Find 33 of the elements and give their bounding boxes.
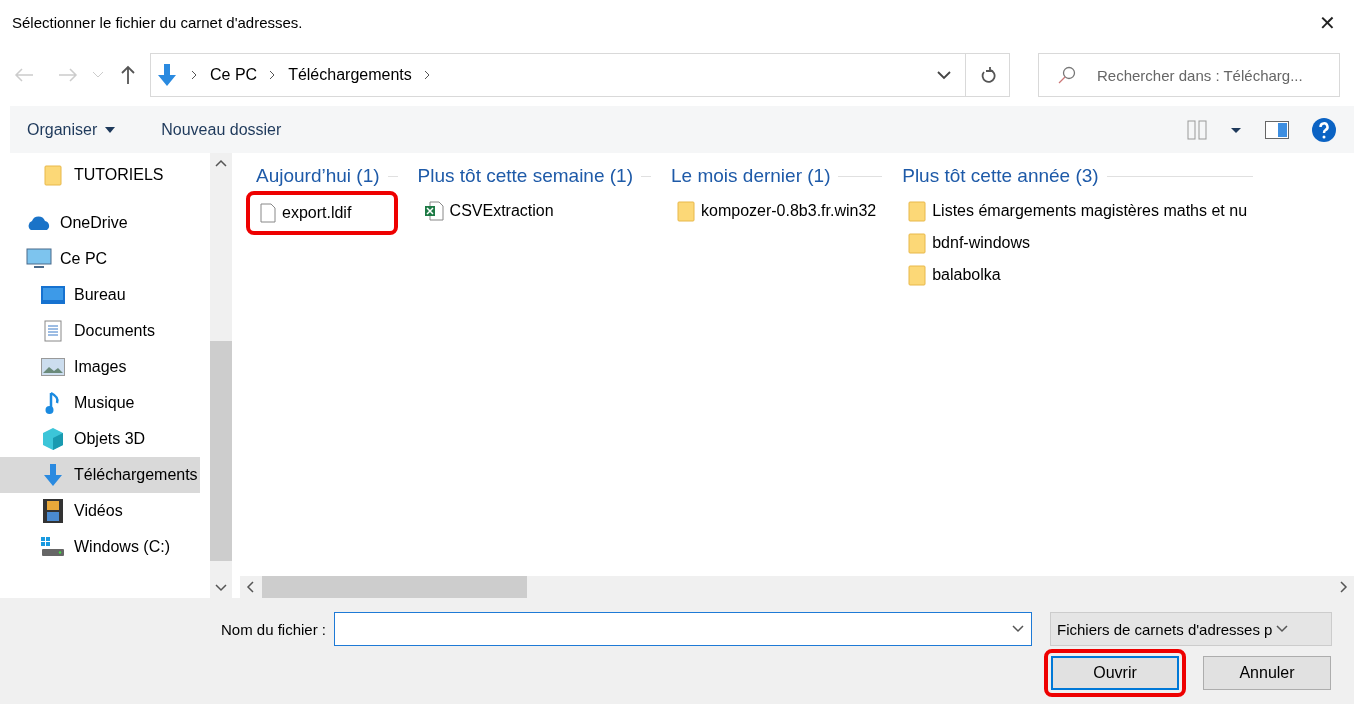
group-header: Plus tôt cette semaine (1) [417,165,633,187]
group-header: Le mois dernier (1) [671,165,831,187]
breadcrumb[interactable]: Ce PC [210,66,258,84]
close-button[interactable]: ✕ [1313,10,1342,35]
file-item[interactable]: export.ldif [246,191,398,235]
file-item[interactable]: balabolka [902,259,1254,291]
sidebar-item[interactable]: TUTORIELS [0,157,200,193]
search-field[interactable]: Rechercher dans : Télécharg... [1038,53,1340,97]
sidebar-item[interactable]: Vidéos [0,493,200,529]
organize-menu-button[interactable]: Organiser [27,120,116,139]
file-item[interactable]: kompozer-0.8b3.fr.win32 [671,195,883,227]
sidebar-item[interactable]: Ce PC [0,241,200,277]
dialog-button[interactable]: Annuler [1203,656,1331,690]
sidebar-item[interactable]: Documents [0,313,200,349]
sidebar-item[interactable]: Windows (C:) [0,529,200,565]
file-item[interactable]: CSVExtraction [417,195,651,227]
window-title: Sélectionner le fichier du carnet d'adresses. [12,14,303,31]
group-header: Aujourd’hui (1) [256,165,380,187]
sidebar-item[interactable]: OneDrive [0,205,200,241]
file-type-dropdown[interactable]: Fichiers de carnets d'adresses p [1050,612,1332,646]
sidebar-item[interactable]: Musique [0,385,200,421]
file-item[interactable]: Listes émargements magistères maths et nu [902,195,1254,227]
group-header: Plus tôt cette année (3) [902,165,1099,187]
sidebar-item[interactable]: Bureau [0,277,200,313]
filename-label: Nom du fichier : [220,620,326,638]
sidebar-item[interactable]: Images [0,349,200,385]
breadcrumb[interactable]: Téléchargements [288,66,412,84]
address-bar[interactable]: Ce PC Téléchargements [150,53,1010,97]
new-folder-button[interactable]: Nouveau dossier [161,120,282,139]
dialog-button[interactable]: Ouvrir [1051,656,1179,690]
sidebar-item[interactable]: Téléchargements [0,457,200,493]
file-item[interactable]: bdnf-windows [902,227,1254,259]
sidebar-item[interactable]: Objets 3D [0,421,200,457]
